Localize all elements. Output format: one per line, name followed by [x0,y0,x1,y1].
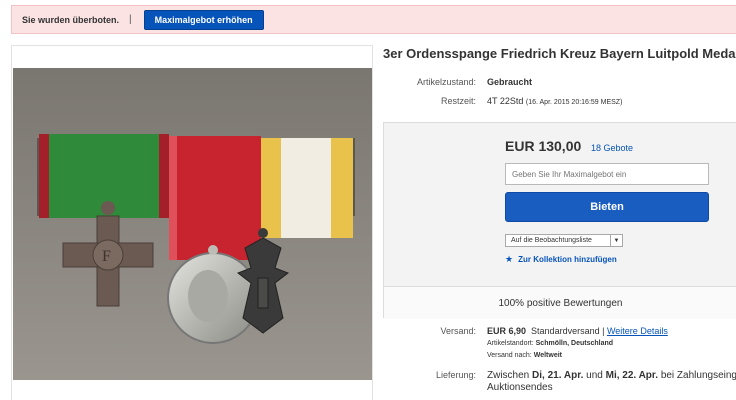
delivery-estimate: Zwischen Di, 21. Apr. und Mi, 22. Apr. b… [487,370,736,381]
delivery-label: Lieferung: [435,370,476,380]
time-left: 4T 22Std (16. Apr. 2015 20:16:59 MESZ) [487,96,622,106]
shipping-label: Versand: [440,326,476,336]
alert-separator: | [129,14,132,25]
collection-label: Zur Kollektion hinzufügen [518,255,617,264]
seller-feedback: 100% positive Bewertungen [384,286,736,319]
delivery-suffix: bei Zahlungseingang [660,370,736,381]
time-left-label: Restzeit: [440,96,476,106]
shipping-separator: | [602,326,605,336]
bid-box: EUR 130,00 18 Gebote Bieten Auf die Beob… [383,122,736,319]
shipping-cost: EUR 6,90 [487,326,527,336]
delivery-date-from: Di, 21. Apr. [532,370,584,381]
item-image-frame: F [11,45,373,400]
item-title: 3er Ordensspange Friedrich Kreuz Bayern … [383,46,736,61]
watchlist-label: Auf die Beobachtungsliste [511,237,592,244]
end-time: (16. Apr. 2015 20:16:59 MESZ) [525,99,623,106]
bid-button[interactable]: Bieten [505,192,709,222]
increase-max-bid-button[interactable]: Maximalgebot erhöhen [143,9,264,30]
ships-to-label: Versand nach: [487,352,532,359]
watchlist-dropdown[interactable]: Auf die Beobachtungsliste ▼ [505,234,623,247]
delivery-date-to: Mi, 22. Apr. [605,370,659,381]
delivery-conj: und [586,370,603,381]
star-icon: ★ [505,254,514,264]
location-label: Artikelstandort: [487,340,534,347]
outbid-message: Sie wurden überboten. [22,14,120,25]
outbid-alert: Sie wurden überboten. | Maximalgebot erh… [11,5,736,34]
add-to-collection-link[interactable]: ★ Zur Kollektion hinzufügen [505,254,617,265]
svg-text:F: F [102,248,111,265]
current-price: EUR 130,00 [505,138,582,154]
chevron-down-icon[interactable]: ▼ [610,235,622,246]
bid-count-link[interactable]: 18 Gebote [591,143,633,153]
item-location: Artikelstandort: Schmölln, Deutschland [487,340,613,347]
ships-to-value: Weltweit [533,352,562,359]
medal-bar-image: F [13,68,372,380]
location-value: Schmölln, Deutschland [535,340,614,347]
shipping-info: EUR 6,90 Standardversand | Weitere Detai… [487,326,668,336]
shipping-details-link[interactable]: Weitere Details [607,326,668,336]
time-left-value: 4T 22Std [487,96,524,106]
delivery-prefix: Zwischen [487,370,530,381]
item-photo[interactable]: F [13,68,372,380]
condition-label: Artikelzustand: [416,77,476,87]
delivery-line2: Auktionsendes [487,382,553,393]
condition-value: Gebraucht [487,77,533,87]
max-bid-input[interactable] [505,163,709,185]
shipping-method: Standardversand [531,326,600,336]
ships-to: Versand nach: Weltweit [487,352,562,359]
